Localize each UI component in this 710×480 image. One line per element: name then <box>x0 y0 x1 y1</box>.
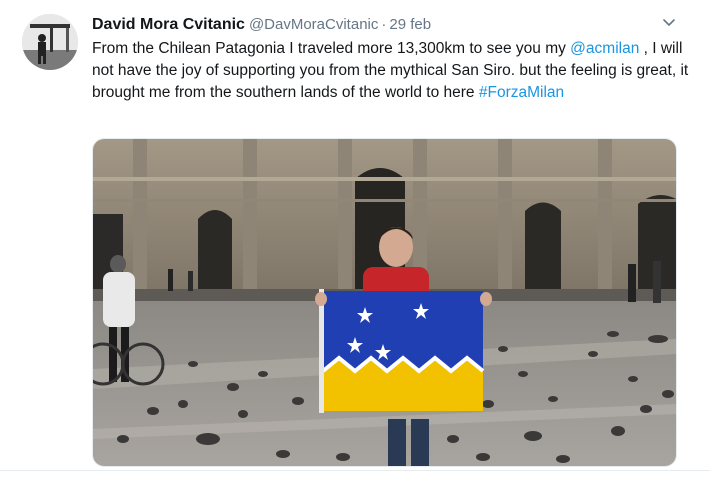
avatar-image <box>22 14 78 70</box>
avatar[interactable] <box>22 14 78 70</box>
tweet-date[interactable]: 29 feb <box>389 16 431 33</box>
tweet-card[interactable]: David Mora Cvitanic @DavMoraCvitanic · 29 f… <box>0 0 710 480</box>
tweet-text: From the Chilean Patagonia I traveled mo… <box>92 38 692 104</box>
tweet-header: David Mora Cvitanic @DavMoraCvitanic · 29 f… <box>92 14 431 36</box>
user-handle[interactable]: @DavMoraCvitanic <box>249 16 378 33</box>
separator-dot: · <box>381 16 387 33</box>
hashtag-link[interactable]: #ForzaMilan <box>479 84 564 101</box>
photo-image <box>93 139 676 466</box>
chevron-down-icon[interactable] <box>660 14 678 32</box>
divider <box>0 470 710 471</box>
tweet-text-part1: From the Chilean Patagonia I traveled mo… <box>92 40 571 57</box>
mention-link[interactable]: @acmilan <box>570 40 639 57</box>
tweet-photo[interactable] <box>92 138 677 467</box>
display-name[interactable]: David Mora Cvitanic <box>92 16 245 33</box>
